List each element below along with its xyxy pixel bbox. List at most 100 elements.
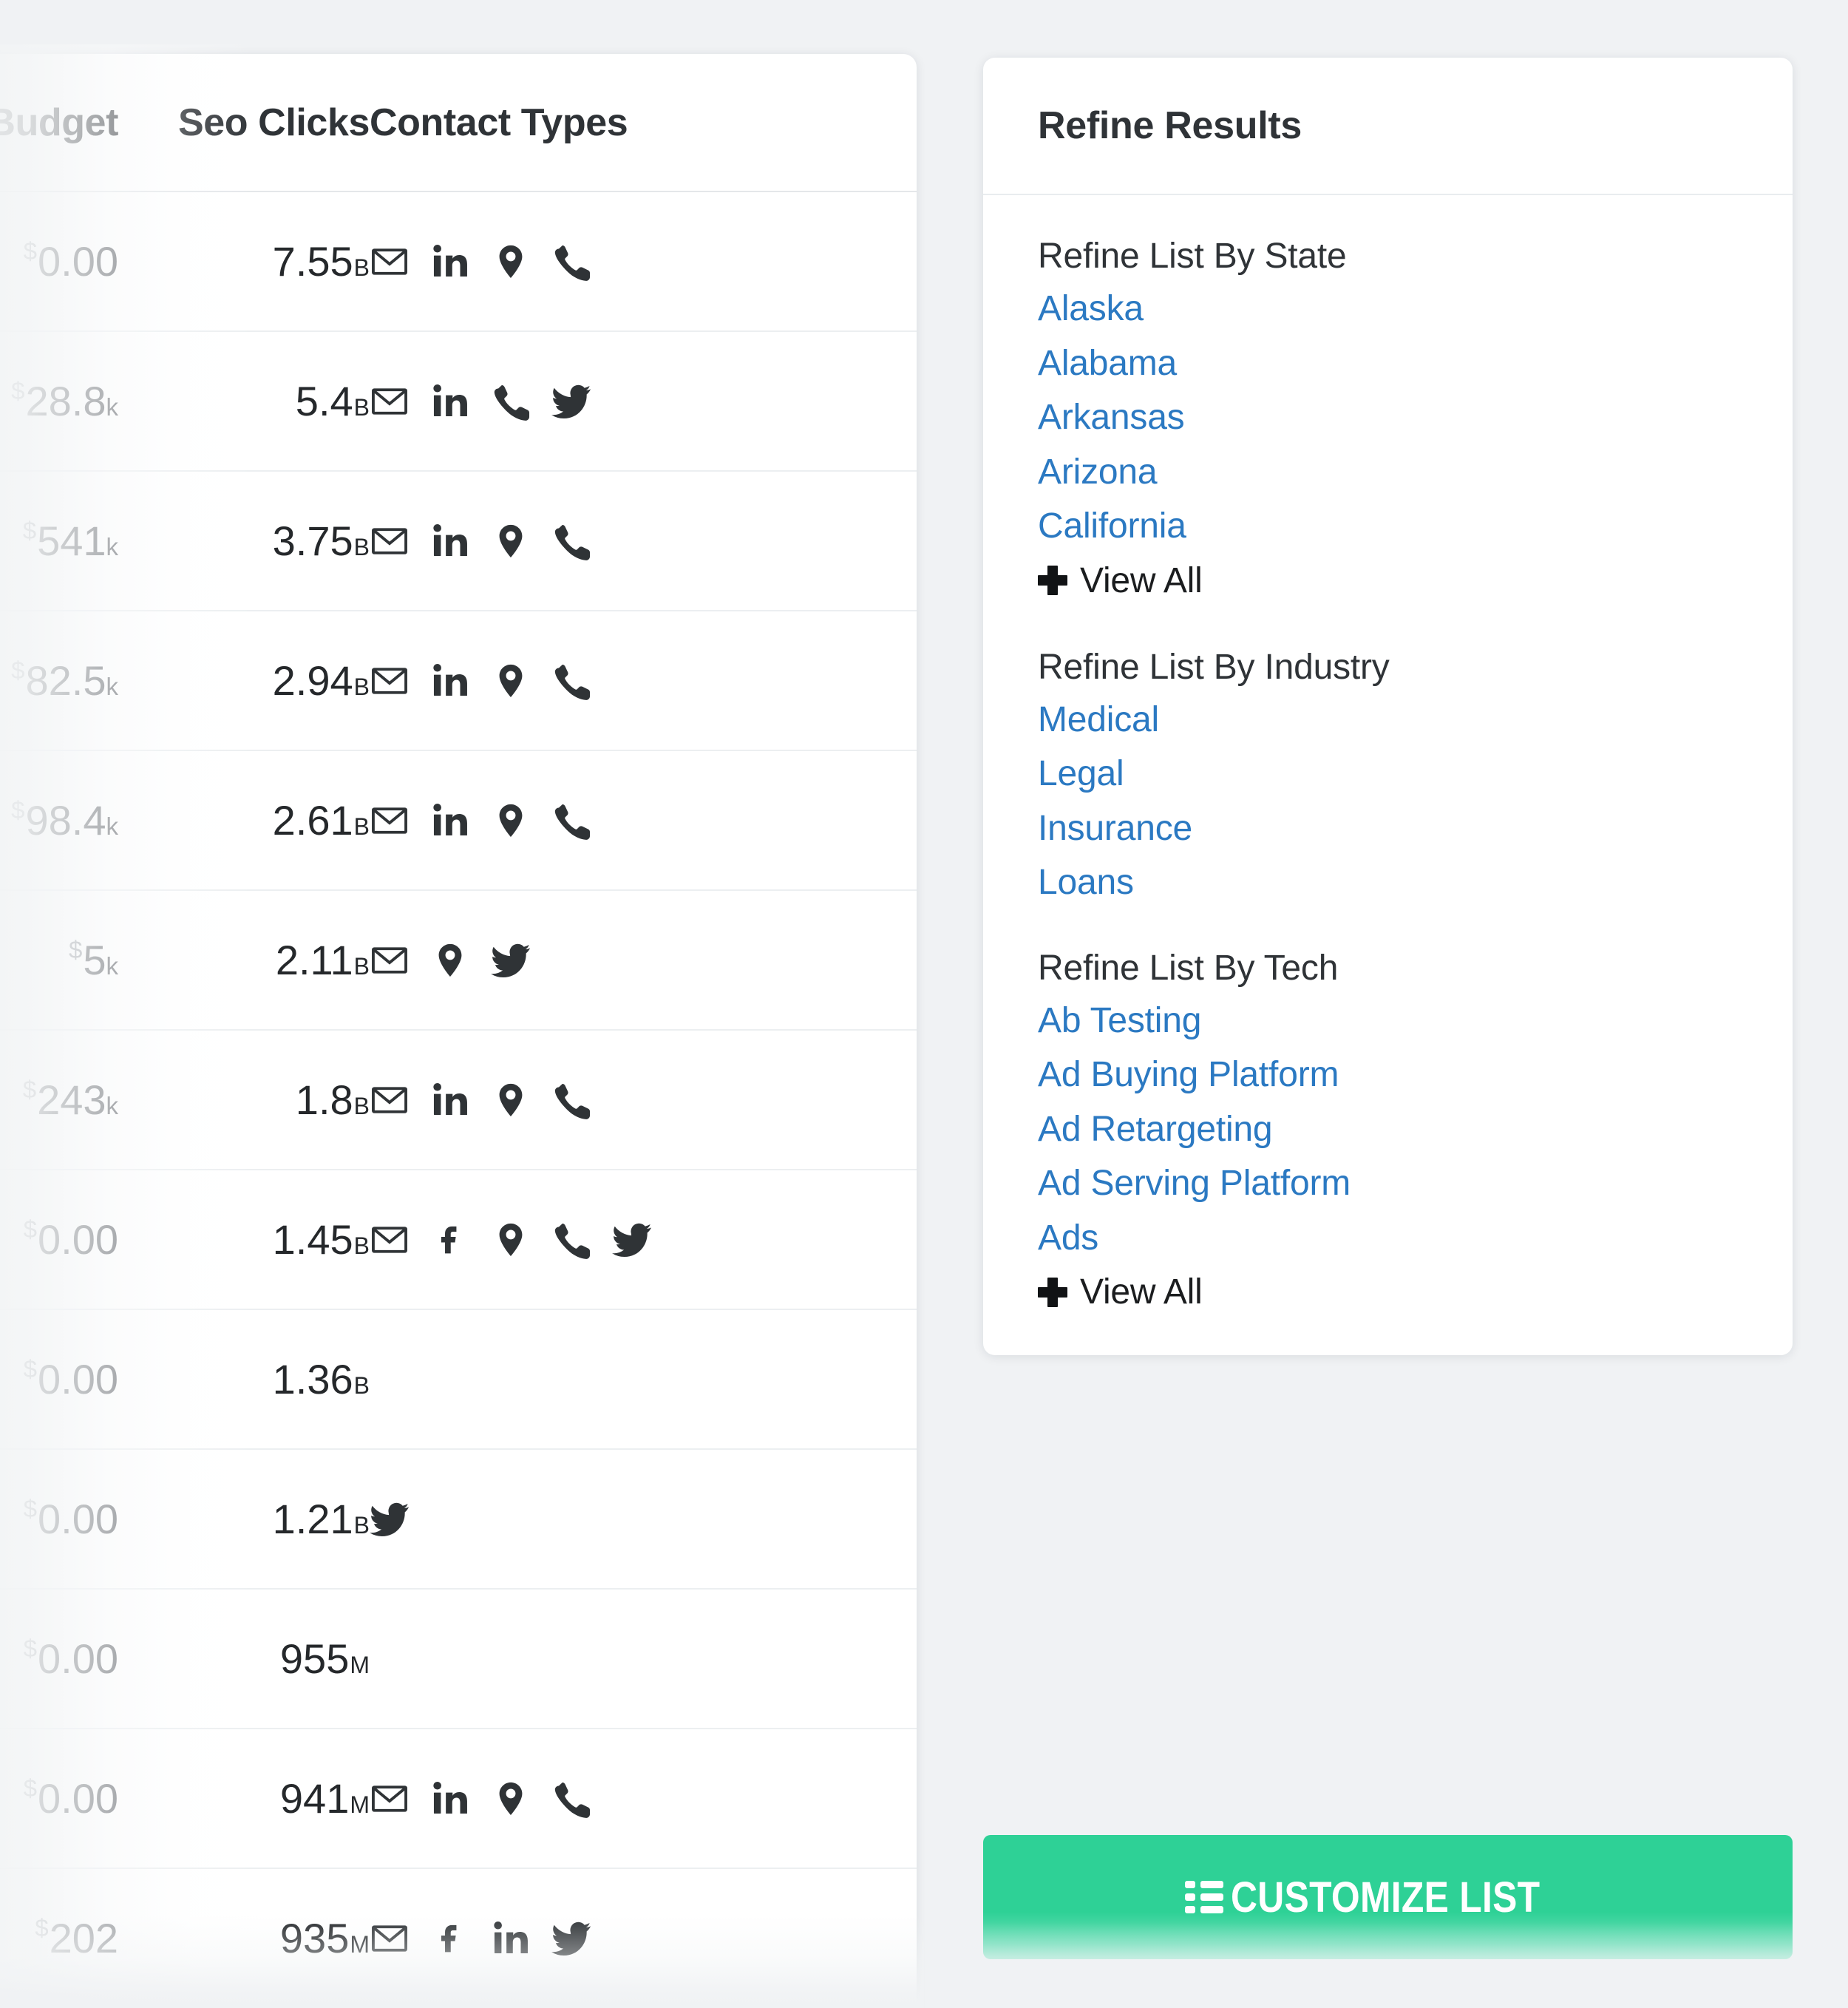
currency-symbol: $ [23, 1495, 37, 1522]
budget-value: 202 [49, 1915, 118, 1961]
linkedin-icon[interactable] [430, 521, 470, 561]
location-pin-icon[interactable] [430, 940, 470, 980]
location-pin-icon[interactable] [491, 242, 531, 282]
table-row[interactable]: $202 935M [0, 1868, 917, 2008]
linkedin-icon[interactable] [430, 661, 470, 701]
refine-link[interactable]: Ab Testing [1038, 999, 1738, 1043]
column-header-budget[interactable]: Budget [0, 54, 118, 192]
twitter-icon[interactable] [551, 1919, 591, 1958]
phone-icon[interactable] [551, 661, 591, 701]
location-pin-icon[interactable] [491, 801, 531, 841]
refine-link[interactable]: California [1038, 504, 1738, 549]
contact-icon-row [370, 1170, 917, 1309]
cell-budget: $82.5k [0, 611, 118, 750]
refine-link[interactable]: Ad Retargeting [1038, 1108, 1738, 1152]
cell-budget: $0.00 [0, 1449, 118, 1589]
refine-link[interactable]: Insurance [1038, 807, 1738, 851]
table-row[interactable]: $0.00 1.36B [0, 1309, 917, 1449]
linkedin-icon[interactable] [430, 242, 470, 282]
cell-seo-clicks: 2.94B [118, 611, 370, 750]
table-row[interactable]: $28.8k 5.4B [0, 331, 917, 471]
budget-value: 243 [37, 1076, 106, 1123]
clicks-value: 955 [279, 1635, 350, 1682]
table-row[interactable]: $0.00 955M [0, 1589, 917, 1729]
customize-list-button[interactable]: CUSTOMIZE LIST [983, 1835, 1793, 1959]
table-row[interactable]: $243k 1.8B [0, 1030, 917, 1170]
refine-link[interactable]: Arkansas [1038, 396, 1738, 440]
table-row[interactable]: $98.4k 2.61B [0, 750, 917, 890]
view-all-button[interactable]: View All [1038, 1272, 1738, 1312]
table-row[interactable]: $0.00 1.21B [0, 1449, 917, 1589]
clicks-suffix: M [350, 1791, 370, 1818]
twitter-icon[interactable] [551, 381, 591, 421]
refine-link[interactable]: Alabama [1038, 342, 1738, 386]
refine-link[interactable]: Ad Buying Platform [1038, 1053, 1738, 1097]
table-row[interactable]: $0.00 7.55B [0, 191, 917, 331]
refine-link[interactable]: Alaska [1038, 287, 1738, 331]
column-header-seo-clicks[interactable]: Seo Clicks [118, 54, 370, 192]
plus-icon [1038, 566, 1067, 596]
email-icon[interactable] [370, 1779, 410, 1819]
list-columns-icon [1185, 1881, 1224, 1913]
table-header-row: Budget Seo Clicks Contact Types [0, 54, 917, 192]
linkedin-icon[interactable] [430, 1779, 470, 1819]
clicks-value: 935 [279, 1915, 350, 1961]
location-pin-icon[interactable] [491, 1220, 531, 1260]
linkedin-icon[interactable] [430, 1080, 470, 1120]
phone-icon[interactable] [551, 801, 591, 841]
view-all-button[interactable]: View All [1038, 560, 1738, 601]
email-icon[interactable] [370, 242, 410, 282]
clicks-suffix: B [353, 394, 370, 421]
cell-seo-clicks: 1.21B [118, 1449, 370, 1589]
refine-results-card: Refine Results Refine List By State Alask… [983, 58, 1793, 1356]
column-header-contact-types[interactable]: Contact Types [370, 54, 917, 192]
table-row[interactable]: $82.5k 2.94B [0, 611, 917, 750]
linkedin-icon[interactable] [491, 1919, 531, 1958]
twitter-icon[interactable] [491, 940, 531, 980]
phone-icon[interactable] [551, 1220, 591, 1260]
budget-value: 28.8 [25, 378, 106, 424]
budget-suffix: k [106, 952, 119, 980]
clicks-suffix: B [353, 1372, 370, 1399]
email-icon[interactable] [370, 661, 410, 701]
cell-contact-types [370, 1868, 917, 2008]
table-row[interactable]: $0.00 1.45B [0, 1170, 917, 1309]
linkedin-icon[interactable] [430, 381, 470, 421]
phone-icon[interactable] [551, 1080, 591, 1120]
refine-link[interactable]: Ad Serving Platform [1038, 1161, 1738, 1206]
facebook-icon[interactable] [430, 1220, 470, 1260]
refine-link[interactable]: Loans [1038, 861, 1738, 905]
refine-link[interactable]: Legal [1038, 752, 1738, 796]
email-icon[interactable] [370, 1919, 410, 1958]
phone-icon[interactable] [551, 1779, 591, 1819]
clicks-suffix: B [353, 534, 370, 560]
email-icon[interactable] [370, 1080, 410, 1120]
table-row[interactable]: $541k 3.75B [0, 471, 917, 611]
refine-link[interactable]: Medical [1038, 698, 1738, 742]
email-icon[interactable] [370, 940, 410, 980]
refine-link[interactable]: Arizona [1038, 450, 1738, 495]
phone-icon[interactable] [551, 521, 591, 561]
phone-icon[interactable] [491, 381, 531, 421]
email-icon[interactable] [370, 1220, 410, 1260]
contact-icon-row [370, 1729, 917, 1868]
location-pin-icon[interactable] [491, 661, 531, 701]
email-icon[interactable] [370, 801, 410, 841]
table-row[interactable]: $0.00 941M [0, 1729, 917, 1868]
location-pin-icon[interactable] [491, 1080, 531, 1120]
email-icon[interactable] [370, 381, 410, 421]
phone-icon[interactable] [551, 242, 591, 282]
cell-seo-clicks: 1.8B [118, 1030, 370, 1170]
budget-value: 5 [83, 937, 106, 983]
twitter-icon[interactable] [370, 1499, 410, 1539]
facebook-icon[interactable] [430, 1919, 470, 1958]
location-pin-icon[interactable] [491, 1779, 531, 1819]
refine-link[interactable]: Ads [1038, 1216, 1738, 1261]
twitter-icon[interactable] [612, 1220, 652, 1260]
location-pin-icon[interactable] [491, 521, 531, 561]
email-icon[interactable] [370, 521, 410, 561]
clicks-value: 2.94 [272, 657, 353, 704]
table-row[interactable]: $5k 2.11B [0, 890, 917, 1030]
clicks-suffix: B [353, 674, 370, 700]
linkedin-icon[interactable] [430, 801, 470, 841]
